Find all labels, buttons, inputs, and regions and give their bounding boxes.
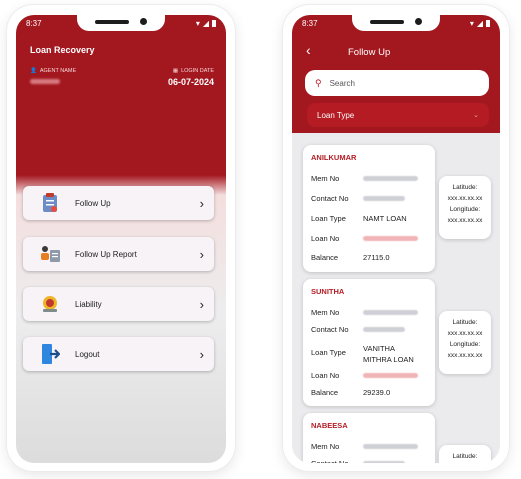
phone-frame-left: 8:37 ▾ ◢ Loan Recovery 👤 AGENT NAME ▦ LO… [7, 5, 235, 471]
calendar-icon: ▦ [172, 68, 179, 74]
chevron-right-icon: › [199, 296, 204, 312]
chevron-down-icon: ⌄ [473, 112, 479, 119]
chevron-right-icon: › [199, 346, 204, 362]
field-label: Contact No [311, 325, 349, 334]
page-title: Loan Recovery [30, 45, 95, 55]
report-icon [37, 241, 63, 267]
clipboard-icon [37, 190, 63, 216]
agent-name-value [30, 79, 60, 84]
balance-value: 29239.0 [363, 388, 391, 397]
mem-no-value [363, 176, 418, 181]
wifi-icon: ▾ [195, 18, 200, 28]
login-date-value: 06-07-2024 [167, 77, 214, 87]
signal-icon: ◢ [202, 18, 209, 28]
member-name: NABEESA [311, 421, 348, 430]
menu-label: Liability [75, 299, 102, 309]
member-name: ANILKUMAR [311, 153, 357, 162]
mem-no-value [363, 444, 418, 449]
location-card: Latitude: xxx.xx.xx.xx Longitude: xxx.xx… [439, 176, 491, 239]
menu-follow-up-button[interactable]: Follow Up › [23, 186, 214, 220]
logout-icon [37, 341, 63, 367]
field-label: Loan No [311, 234, 340, 243]
contact-no-value [363, 327, 405, 332]
contact-no-value [363, 196, 405, 201]
member-card[interactable]: NABEESA Mem No Contact No [303, 413, 435, 463]
status-time: 8:37 [302, 18, 318, 28]
location-card: Latitude: xxx.xx.xx.xx [439, 445, 491, 463]
menu-follow-up-report-button[interactable]: Follow Up Report › [23, 237, 214, 271]
camera-notch [77, 15, 165, 31]
chevron-right-icon: › [199, 246, 204, 262]
field-label: Contact No [311, 194, 349, 203]
balance-value: 27115.0 [363, 253, 390, 262]
field-label: Loan Type [311, 348, 346, 357]
member-name: SUNITHA [311, 287, 345, 296]
loan-no-value [363, 236, 418, 241]
battery-icon [486, 19, 490, 27]
search-icon: ⚲ [315, 77, 322, 88]
camera-notch [352, 15, 440, 31]
field-label: Mem No [311, 174, 340, 183]
follow-up-screen: 8:37 ▾ ◢ ‹ Follow Up ⚲ Search Loan Type … [292, 15, 500, 463]
status-time: 8:37 [26, 18, 42, 28]
money-icon [37, 291, 63, 317]
menu-label: Follow Up [75, 198, 111, 208]
agent-name-label: 👤 AGENT NAME [30, 68, 77, 74]
contact-no-value [363, 461, 405, 463]
search-input[interactable]: ⚲ Search [305, 70, 489, 96]
search-placeholder: Search [329, 78, 355, 88]
field-label: Balance [311, 388, 339, 397]
phone-frame-right: 8:37 ▾ ◢ ‹ Follow Up ⚲ Search Loan Type … [283, 5, 509, 471]
field-label: Mem No [311, 442, 340, 451]
signal-icon: ◢ [476, 18, 483, 28]
login-date-label: ▦ LOGIN DATE [172, 68, 214, 74]
field-label: Loan Type [311, 214, 346, 223]
field-label: Mem No [311, 308, 340, 317]
member-card[interactable]: SUNITHA Mem No Contact No Loan Type VANIT… [303, 279, 435, 406]
back-arrow-icon[interactable]: ‹ [306, 43, 311, 57]
battery-icon [212, 19, 216, 27]
person-icon: 👤 [30, 68, 37, 74]
mem-no-value [363, 310, 418, 315]
loan-type-value: NAMT LOAN [363, 214, 407, 223]
loan-recovery-screen: 8:37 ▾ ◢ Loan Recovery 👤 AGENT NAME ▦ LO… [16, 15, 226, 463]
chevron-right-icon: › [199, 195, 204, 211]
menu-logout-button[interactable]: Logout › [23, 337, 214, 371]
menu-label: Logout [75, 349, 100, 359]
location-card: Latitude: xxx.xx.xx.xx Longitude: xxx.xx… [439, 311, 491, 374]
loan-no-value [363, 373, 418, 378]
loan-type-value: VANITHA MITHRA LOAN [363, 344, 414, 364]
loan-type-dropdown[interactable]: Loan Type ⌄ [307, 103, 489, 127]
page-title: Follow Up [348, 47, 391, 58]
field-label: Contact No [311, 459, 363, 463]
member-card[interactable]: ANILKUMAR Mem No Contact No Loan Type NAM… [303, 145, 435, 272]
menu-liability-button[interactable]: Liability › [23, 287, 214, 321]
wifi-icon: ▾ [469, 18, 474, 28]
field-label: Loan No [311, 371, 340, 380]
field-label: Balance [311, 253, 339, 262]
menu-label: Follow Up Report [75, 249, 137, 259]
